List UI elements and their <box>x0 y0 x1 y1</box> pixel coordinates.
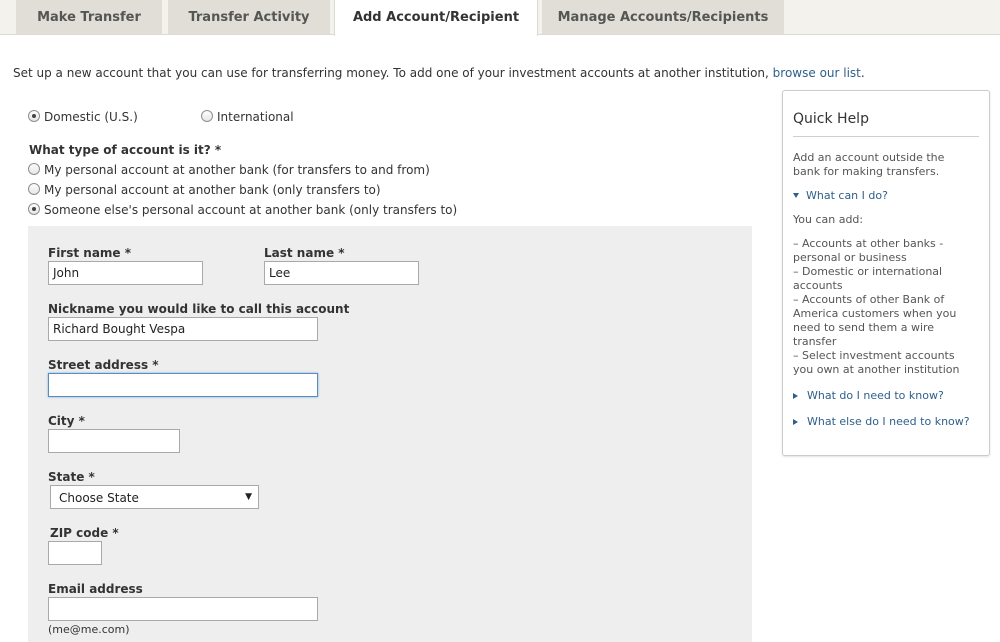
last-name-label: Last name * <box>264 246 345 260</box>
account-type-radio-own-one-way[interactable] <box>28 183 40 195</box>
state-select[interactable]: Choose State ▼ <box>50 485 259 509</box>
account-type-radio-own-two-way[interactable] <box>28 163 40 175</box>
tab-transfer-activity[interactable]: Transfer Activity <box>168 0 330 34</box>
zip-code-label: ZIP code * <box>50 526 119 540</box>
street-address-label: Street address * <box>48 358 159 372</box>
account-type-label-own-two-way: My personal account at another bank (for… <box>44 163 430 177</box>
first-name-field[interactable]: John <box>48 261 203 285</box>
state-selected-value: Choose State <box>59 491 139 505</box>
account-type-label-someone-else: Someone else's personal account at anoth… <box>44 203 458 217</box>
state-label: State * <box>48 470 95 484</box>
what-else-do-i-need-to-know-label: What else do I need to know? <box>807 415 970 428</box>
browse-list-link[interactable]: browse our list <box>773 66 861 80</box>
account-type-label-own-one-way: My personal account at another bank (onl… <box>44 183 381 197</box>
international-label: International <box>217 110 294 124</box>
what-can-i-do-link[interactable]: What can I do? <box>793 189 888 202</box>
intro-text: Set up a new account that you can use fo… <box>13 66 865 80</box>
city-field[interactable] <box>48 429 180 453</box>
last-name-field[interactable]: Lee <box>264 261 419 285</box>
what-do-i-need-to-know-link[interactable]: What do I need to know? <box>793 389 944 402</box>
nickname-label: Nickname you would like to call this acc… <box>48 302 350 316</box>
domestic-radio[interactable] <box>28 110 40 122</box>
street-address-field[interactable] <box>48 373 318 397</box>
expanded-arrow-icon <box>793 193 799 198</box>
email-label: Email address <box>48 582 143 596</box>
city-label: City * <box>48 414 85 428</box>
tab-manage-accounts-recipients[interactable]: Manage Accounts/Recipients <box>542 0 784 34</box>
quick-help-list-item: – Accounts of other Bank of America cust… <box>793 293 957 348</box>
tab-make-transfer[interactable]: Make Transfer <box>16 0 162 34</box>
first-name-label: First name * <box>48 246 132 260</box>
quick-help-list-item: – Accounts at other banks - personal or … <box>793 237 944 264</box>
tab-add-account-recipient[interactable]: Add Account/Recipient <box>334 0 538 36</box>
what-can-i-do-label: What can I do? <box>806 189 888 202</box>
nickname-field[interactable]: Richard Bought Vespa <box>48 317 318 341</box>
quick-help-divider <box>793 136 979 137</box>
intro-sentence: Set up a new account that you can use fo… <box>13 66 773 80</box>
quick-help-panel: Quick Help Add an account outside the ba… <box>782 90 990 456</box>
quick-help-intro: Add an account outside the bank for maki… <box>793 151 945 178</box>
email-hint: (me@me.com) <box>48 623 130 636</box>
collapsed-arrow-icon <box>793 419 798 425</box>
account-type-radio-someone-else[interactable] <box>28 203 40 215</box>
quick-help-list-item: – Domestic or international accounts <box>793 265 943 292</box>
what-else-do-i-need-to-know-link[interactable]: What else do I need to know? <box>793 415 970 428</box>
international-radio[interactable] <box>201 110 213 122</box>
dropdown-arrow-icon: ▼ <box>245 492 252 502</box>
intro-end: . <box>860 66 865 80</box>
what-do-i-need-to-know-label: What do I need to know? <box>807 389 944 402</box>
quick-help-title: Quick Help <box>793 111 869 127</box>
account-type-question: What type of account is it? * <box>29 143 222 157</box>
transfer-tab-bar: Make Transfer Transfer Activity Add Acco… <box>0 0 1000 36</box>
domestic-label: Domestic (U.S.) <box>44 110 138 124</box>
collapsed-arrow-icon <box>793 393 798 399</box>
you-can-add-text: You can add: <box>793 213 864 226</box>
email-field[interactable] <box>48 597 318 621</box>
quick-help-list-item: – Select investment accounts you own at … <box>793 349 960 376</box>
zip-code-field[interactable] <box>48 541 102 565</box>
